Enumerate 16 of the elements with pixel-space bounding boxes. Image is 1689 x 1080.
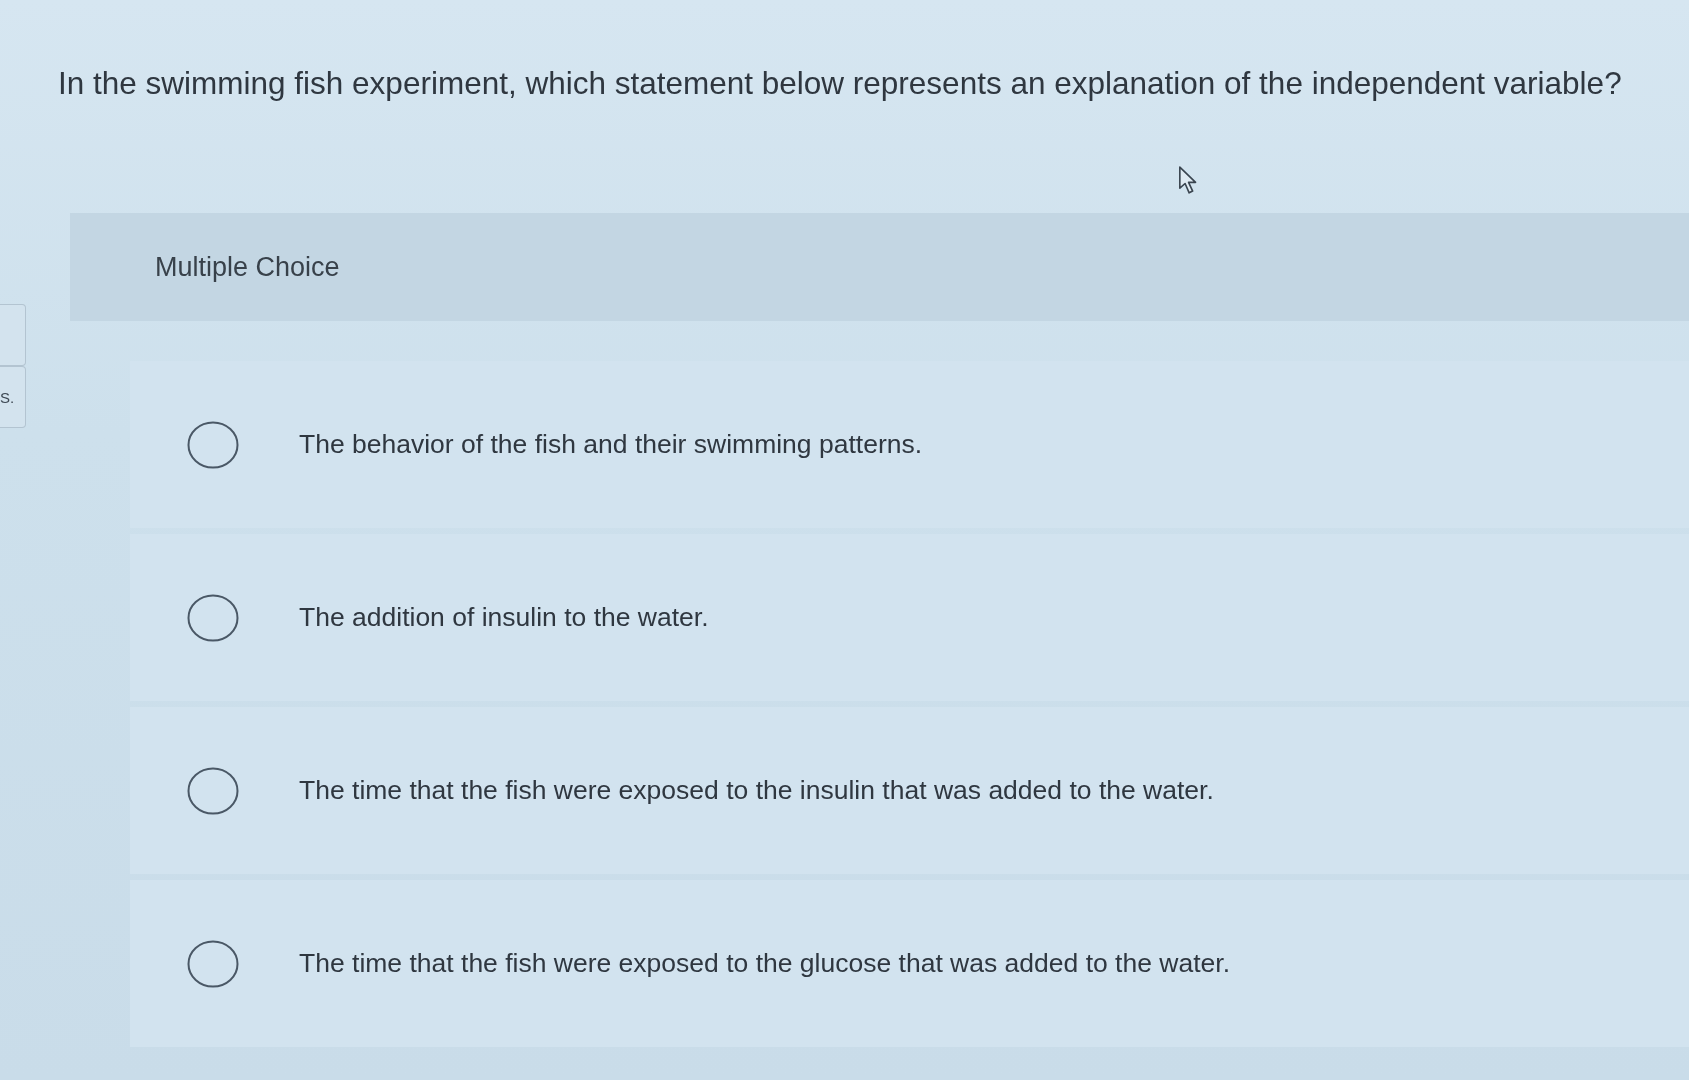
question-type-label: Multiple Choice [155, 251, 340, 283]
option-text: The time that the fish were exposed to the glucose that was added to the water. [299, 948, 1230, 979]
radio-button[interactable] [187, 593, 239, 642]
answer-option[interactable]: The behavior of the fish and their swimming patterns. [130, 361, 1689, 528]
option-text: The time that the fish were exposed to the insulin that was added to the water. [299, 775, 1214, 806]
question-text: In the swimming fish experiment, which statement below represents an explanation of the independent variable? [58, 64, 1623, 102]
answer-option[interactable]: The time that the fish were exposed to the insulin that was added to the water. [130, 707, 1689, 874]
cursor-icon [1178, 166, 1198, 194]
answer-option[interactable]: The addition of insulin to the water. [130, 534, 1689, 701]
radio-button[interactable] [187, 939, 239, 988]
option-text: The addition of insulin to the water. [299, 602, 709, 633]
radio-button[interactable] [187, 766, 239, 815]
radio-button[interactable] [187, 420, 239, 469]
answer-option[interactable]: The time that the fish were exposed to the glucose that was added to the water. [130, 880, 1689, 1047]
option-text: The behavior of the fish and their swimming patterns. [299, 429, 923, 460]
side-label: S. [0, 388, 15, 406]
